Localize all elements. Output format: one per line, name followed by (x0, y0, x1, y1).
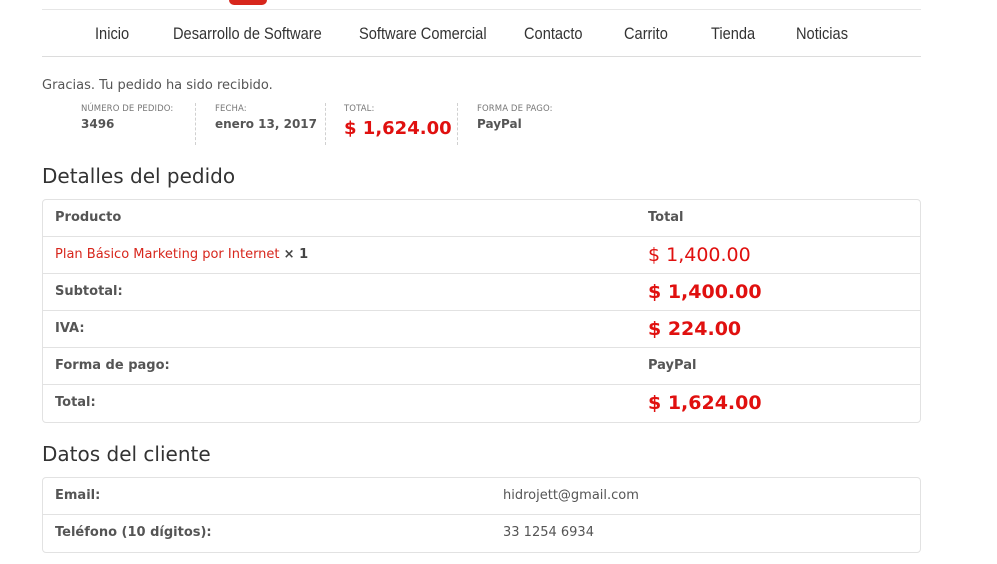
payment-method-value: PayPal (477, 117, 522, 131)
nav-item-contacto[interactable]: Contacto (524, 10, 583, 57)
order-total-label: TOTAL: (344, 104, 375, 114)
email-value: hidrojett@gmail.com (503, 488, 639, 503)
nav-item-tienda[interactable]: Tienda (711, 10, 755, 57)
product-total: $ 1,400.00 (648, 244, 751, 266)
table-row: Forma de pago: PayPal (43, 348, 920, 385)
order-date-label: FECHA: (215, 104, 247, 114)
order-details-table: Producto Total Plan Básico Marketing por… (42, 199, 921, 423)
nav-item-inicio[interactable]: Inicio (95, 10, 129, 57)
main-nav: Inicio Desarrollo de Software Software C… (42, 9, 921, 57)
payment-method-label: FORMA DE PAGO: (477, 104, 553, 114)
tax-value: $ 224.00 (648, 318, 742, 340)
nav-item-noticias[interactable]: Noticias (796, 10, 848, 57)
order-number-label: NÚMERO DE PEDIDO: (81, 104, 174, 114)
table-row: Total: $ 1,624.00 (43, 385, 920, 422)
total-label: Total: (55, 395, 96, 410)
table-row: Plan Básico Marketing por Internet × 1 $… (43, 237, 920, 274)
product-column-header: Producto (55, 210, 122, 225)
total-column-header: Total (648, 210, 684, 225)
order-total-block: TOTAL: $ 1,624.00 (344, 103, 458, 145)
order-details-heading: Detalles del pedido (42, 164, 236, 188)
payment-label: Forma de pago: (55, 358, 170, 373)
phone-label: Teléfono (10 dígitos): (55, 525, 212, 540)
order-date-value: enero 13, 2017 (215, 117, 317, 131)
payment-value: PayPal (648, 358, 697, 373)
table-row: Email: hidrojett@gmail.com (43, 478, 920, 515)
tax-label: IVA: (55, 321, 85, 336)
customer-details-heading: Datos del cliente (42, 442, 211, 466)
subtotal-value: $ 1,400.00 (648, 281, 762, 303)
table-row: IVA: $ 224.00 (43, 311, 920, 348)
nav-item-desarrollo-de-software[interactable]: Desarrollo de Software (173, 10, 322, 57)
site-logo[interactable] (229, 0, 267, 5)
phone-value: 33 1254 6934 (503, 525, 594, 540)
nav-item-software-comercial[interactable]: Software Comercial (359, 10, 487, 57)
customer-details-table: Email: hidrojett@gmail.com Teléfono (10 … (42, 477, 921, 553)
thank-you-message: Gracias. Tu pedido ha sido recibido. (42, 78, 273, 93)
product-cell: Plan Básico Marketing por Internet × 1 (55, 237, 308, 273)
order-number-block: NÚMERO DE PEDIDO: 3496 (81, 103, 196, 145)
payment-method-block: FORMA DE PAGO: PayPal (477, 103, 597, 145)
product-quantity: × 1 (283, 247, 309, 262)
table-row: Teléfono (10 dígitos): 33 1254 6934 (43, 515, 920, 552)
product-link[interactable]: Plan Básico Marketing por Internet (55, 247, 280, 262)
table-row: Subtotal: $ 1,400.00 (43, 274, 920, 311)
subtotal-label: Subtotal: (55, 284, 123, 299)
email-label: Email: (55, 488, 101, 503)
nav-item-carrito[interactable]: Carrito (624, 10, 668, 57)
order-number-value: 3496 (81, 117, 115, 131)
table-header-row: Producto Total (43, 200, 920, 237)
total-value: $ 1,624.00 (648, 392, 762, 414)
order-total-value: $ 1,624.00 (344, 118, 452, 139)
order-date-block: FECHA: enero 13, 2017 (215, 103, 326, 145)
